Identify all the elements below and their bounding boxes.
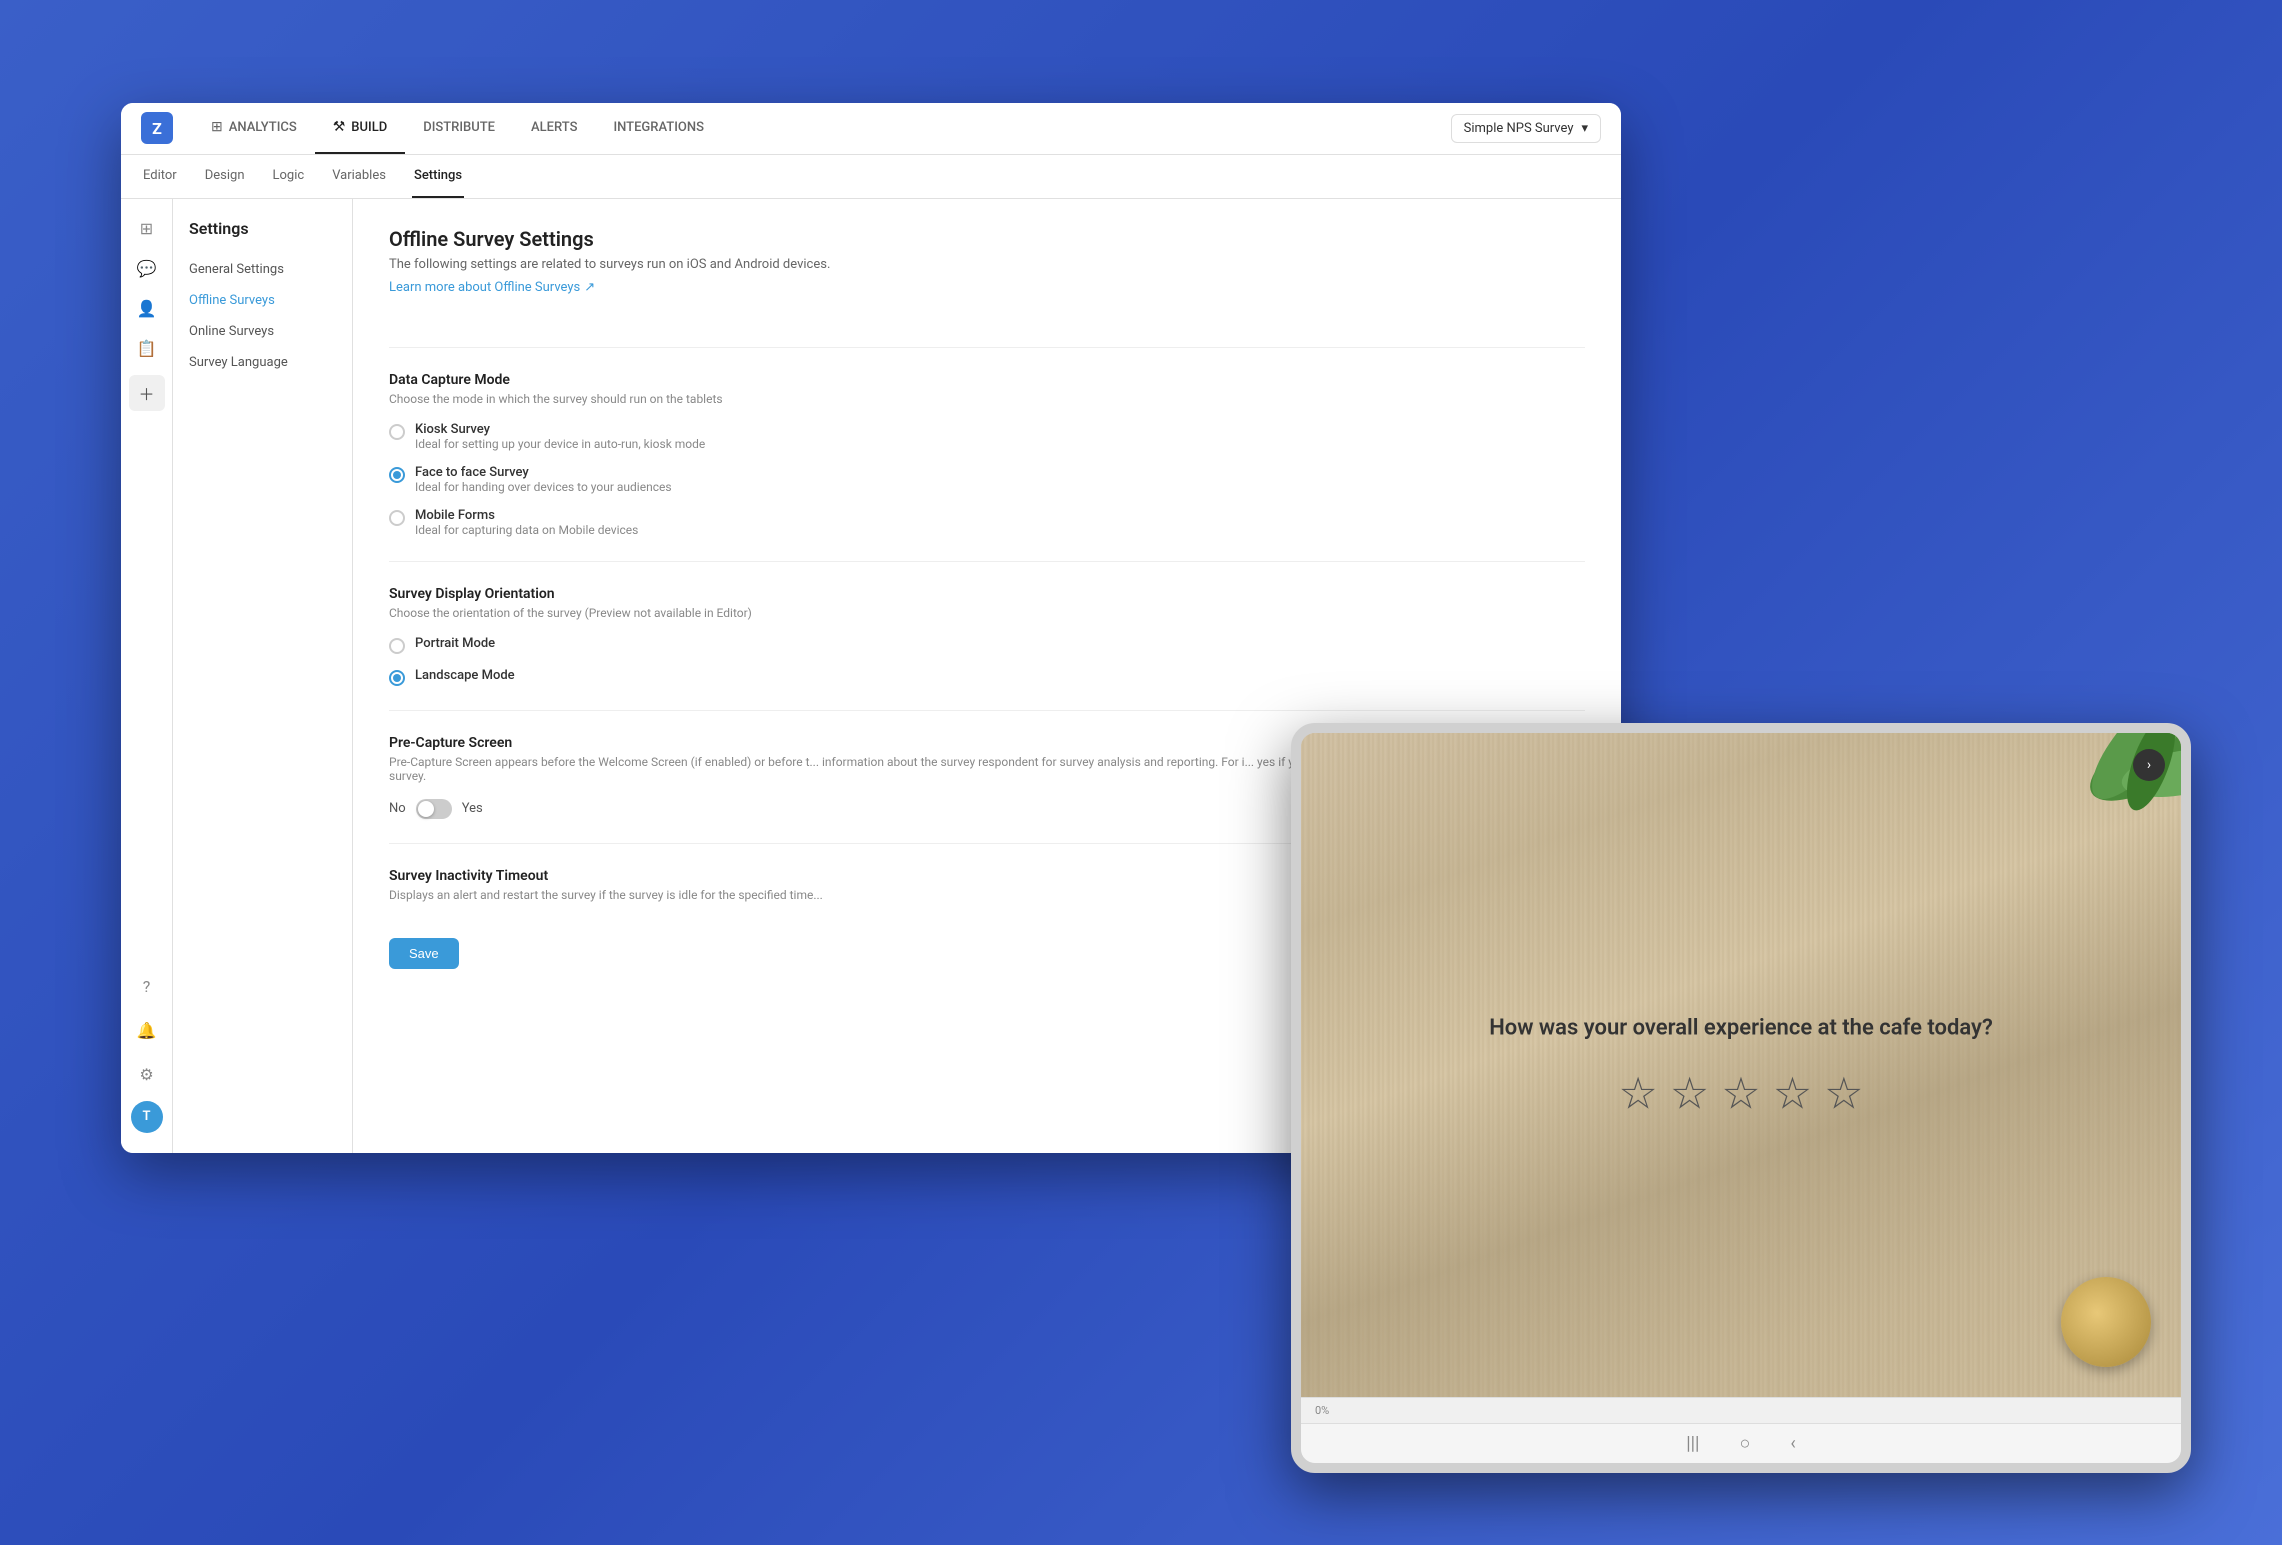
divider-3	[389, 710, 1585, 711]
pre-capture-toggle[interactable]	[416, 799, 452, 819]
tab-logic[interactable]: Logic	[271, 154, 307, 198]
toggle-yes-label: Yes	[462, 801, 483, 816]
nav-tab-alerts[interactable]: ALERTS	[513, 103, 595, 155]
next-arrow-icon: ›	[2147, 757, 2151, 773]
tab-variables[interactable]: Variables	[330, 154, 388, 198]
data-capture-title: Data Capture Mode	[389, 372, 1585, 388]
radio-kiosk[interactable]: Kiosk Survey Ideal for setting up your d…	[389, 422, 1585, 451]
radio-portrait[interactable]: Portrait Mode	[389, 636, 1585, 654]
star-1[interactable]: ☆	[1618, 1072, 1657, 1116]
star-rating[interactable]: ☆ ☆ ☆ ☆ ☆	[1389, 1072, 2093, 1116]
learn-more-link[interactable]: Learn more about Offline Surveys ↗	[389, 280, 595, 295]
star-4[interactable]: ☆	[1773, 1072, 1812, 1116]
icon-group-bottom: ? 🔔 ⚙ T	[129, 969, 165, 1141]
tablet-nav-bar: ||| ○ ‹	[1301, 1423, 2181, 1463]
divider-2	[389, 561, 1585, 562]
radio-portrait-text: Portrait Mode	[415, 636, 495, 651]
sidebar-item-offline[interactable]: Offline Surveys	[173, 285, 352, 316]
star-2[interactable]: ☆	[1670, 1072, 1709, 1116]
person-icon-btn[interactable]: 👤	[129, 291, 165, 327]
icon-sidebar: ⊞ 💬 👤 📋 ＋ ? 🔔 ⚙ T	[121, 199, 173, 1153]
settings-description: The following settings are related to su…	[389, 257, 1585, 272]
tablet-nav-back[interactable]: |||	[1686, 1433, 1699, 1454]
star-3[interactable]: ☆	[1721, 1072, 1760, 1116]
chat-icon-btn[interactable]: 💬	[129, 251, 165, 287]
bell-icon-btn[interactable]: 🔔	[129, 1013, 165, 1049]
bread-decoration	[2061, 1277, 2151, 1367]
settings-icon-btn[interactable]: ⚙	[129, 1057, 165, 1093]
external-link-icon: ↗	[584, 280, 595, 295]
radio-landscape-text: Landscape Mode	[415, 668, 515, 683]
nav-tabs: ⊞ ANALYTICS ⚒ BUILD DISTRIBUTE ALERTS IN…	[193, 103, 1451, 155]
build-icon: ⚒	[333, 119, 346, 135]
tablet-progress-bar: 0%	[1301, 1397, 2181, 1423]
radio-face-to-face-circle[interactable]	[389, 467, 405, 483]
radio-mobile-forms[interactable]: Mobile Forms Ideal for capturing data on…	[389, 508, 1585, 537]
nav-tab-integrations[interactable]: INTEGRATIONS	[595, 103, 722, 155]
sidebar-item-general[interactable]: General Settings	[173, 254, 352, 285]
nav-tab-distribute[interactable]: DISTRIBUTE	[405, 103, 513, 155]
orientation-title: Survey Display Orientation	[389, 586, 1585, 602]
tablet-mockup: › How was your overall experience at the…	[1291, 723, 2191, 1473]
tab-editor[interactable]: Editor	[141, 154, 179, 198]
survey-selector[interactable]: Simple NPS Survey ▾	[1451, 114, 1601, 143]
radio-kiosk-text: Kiosk Survey Ideal for setting up your d…	[415, 422, 705, 451]
grid-icon-btn[interactable]: ⊞	[129, 211, 165, 247]
sidebar-item-online[interactable]: Online Surveys	[173, 316, 352, 347]
radio-portrait-circle[interactable]	[389, 638, 405, 654]
tab-settings[interactable]: Settings	[412, 154, 464, 198]
add-icon-btn[interactable]: ＋	[129, 375, 165, 411]
radio-face-to-face-text: Face to face Survey Ideal for handing ov…	[415, 465, 672, 494]
top-nav: Z ⊞ ANALYTICS ⚒ BUILD DISTRIBUTE ALERTS	[121, 103, 1621, 155]
second-nav: Editor Design Logic Variables Settings	[121, 155, 1621, 199]
tablet-screen: › How was your overall experience at the…	[1301, 733, 2181, 1397]
analytics-icon: ⊞	[211, 119, 223, 135]
orientation-subtitle: Choose the orientation of the survey (Pr…	[389, 606, 1585, 620]
calendar-icon-btn[interactable]: 📋	[129, 331, 165, 367]
radio-mobile-forms-text: Mobile Forms Ideal for capturing data on…	[415, 508, 638, 537]
sidebar-item-language[interactable]: Survey Language	[173, 347, 352, 378]
tablet-next-button[interactable]: ›	[2133, 749, 2165, 781]
radio-mobile-forms-circle[interactable]	[389, 510, 405, 526]
tablet-nav-home[interactable]: ○	[1739, 1433, 1750, 1454]
toggle-thumb	[418, 801, 434, 817]
progress-text: 0%	[1315, 1404, 1329, 1417]
settings-page-title: Offline Survey Settings	[389, 227, 1585, 251]
toggle-no-label: No	[389, 801, 406, 816]
radio-landscape-circle[interactable]	[389, 670, 405, 686]
chevron-down-icon: ▾	[1581, 121, 1588, 136]
radio-landscape[interactable]: Landscape Mode	[389, 668, 1585, 686]
data-capture-subtitle: Choose the mode in which the survey shou…	[389, 392, 1585, 406]
nav-tab-build[interactable]: ⚒ BUILD	[315, 103, 405, 155]
icon-group-top: ⊞ 💬 👤 📋 ＋	[129, 211, 165, 411]
settings-sidebar-title: Settings	[173, 219, 352, 254]
help-icon-btn[interactable]: ?	[129, 969, 165, 1005]
star-5[interactable]: ☆	[1824, 1072, 1863, 1116]
save-button[interactable]: Save	[389, 938, 459, 969]
radio-kiosk-circle[interactable]	[389, 424, 405, 440]
nav-tab-analytics[interactable]: ⊞ ANALYTICS	[193, 103, 315, 155]
radio-face-to-face[interactable]: Face to face Survey Ideal for handing ov…	[389, 465, 1585, 494]
settings-sidebar: Settings General Settings Offline Survey…	[173, 199, 353, 1153]
tablet-nav-recent[interactable]: ‹	[1790, 1433, 1795, 1454]
app-logo[interactable]: Z	[141, 112, 173, 144]
divider-1	[389, 347, 1585, 348]
tab-design[interactable]: Design	[203, 154, 247, 198]
tablet-survey-content: How was your overall experience at the c…	[1389, 1013, 2093, 1116]
user-avatar[interactable]: T	[131, 1101, 163, 1133]
tablet-question: How was your overall experience at the c…	[1389, 1013, 2093, 1044]
